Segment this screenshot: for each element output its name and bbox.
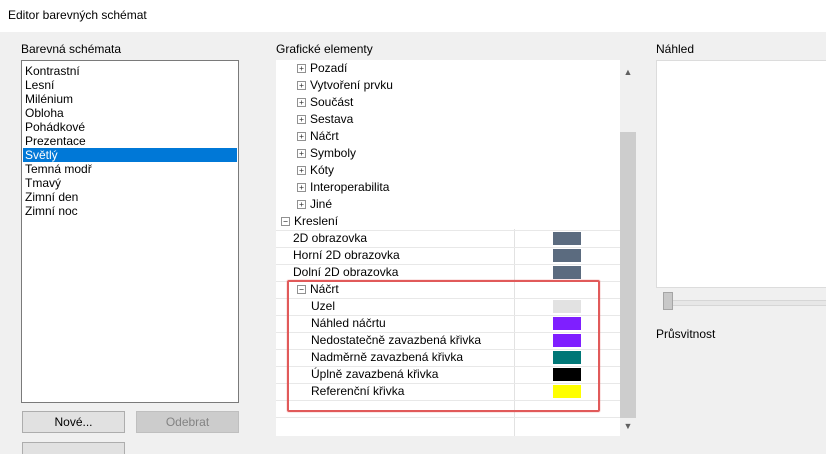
- schemes-label: Barevná schémata: [21, 42, 122, 56]
- expand-icon[interactable]: +: [297, 64, 306, 73]
- scheme-item[interactable]: Milénium: [23, 92, 237, 106]
- tree-node-label: Sestava: [310, 112, 354, 126]
- expand-icon[interactable]: +: [297, 115, 306, 124]
- tree-node[interactable]: + Pozadí: [297, 60, 347, 77]
- collapse-icon[interactable]: −: [281, 217, 290, 226]
- scheme-item[interactable]: Zimní noc: [23, 204, 237, 218]
- preview-label: Náhled: [656, 42, 695, 56]
- expand-icon[interactable]: +: [297, 183, 306, 192]
- scheme-item[interactable]: Zimní den: [23, 190, 237, 204]
- scroll-down-icon[interactable]: ▼: [620, 418, 636, 434]
- scheme-item[interactable]: Prezentace: [23, 134, 237, 148]
- new-scheme-button[interactable]: Nové...: [22, 411, 125, 433]
- tree-node-label: Náčrt: [310, 129, 339, 143]
- color-swatch[interactable]: [553, 232, 581, 245]
- expand-icon[interactable]: +: [297, 149, 306, 158]
- scrollbar-thumb[interactable]: [620, 132, 636, 418]
- color-swatch[interactable]: [553, 266, 581, 279]
- expand-icon[interactable]: +: [297, 132, 306, 141]
- transparency-label: Průsvitnost: [656, 327, 716, 341]
- scheme-item[interactable]: Lesní: [23, 78, 237, 92]
- preview-area: [656, 60, 826, 288]
- tree-node-label: Horní 2D obrazovka: [293, 248, 400, 262]
- property-row[interactable]: Horní 2D obrazovka: [293, 247, 400, 264]
- title-bar: Editor barevných schémat: [0, 0, 826, 32]
- tree-node-label: Kreslení: [294, 214, 339, 228]
- tree-node-label: Jiné: [310, 197, 333, 211]
- tree-node[interactable]: + Jiné: [297, 196, 332, 213]
- tree-node-label: Symboly: [310, 146, 357, 160]
- transparency-slider[interactable]: [663, 300, 826, 306]
- tree-node[interactable]: + Kóty: [297, 162, 334, 179]
- expand-icon[interactable]: +: [297, 166, 306, 175]
- row-divider: [276, 417, 620, 418]
- tree-node[interactable]: + Součást: [297, 94, 353, 111]
- tree-node[interactable]: + Náčrt: [297, 128, 339, 145]
- tree-node-kresleni[interactable]: − Kreslení: [281, 213, 338, 230]
- remove-scheme-button[interactable]: Odebrat: [136, 411, 239, 433]
- transparency-slider-thumb[interactable]: [663, 292, 673, 310]
- next-button-partial[interactable]: [22, 442, 125, 454]
- color-swatch[interactable]: [553, 249, 581, 262]
- expand-icon[interactable]: +: [297, 98, 306, 107]
- tree-node-label: Kóty: [310, 163, 335, 177]
- tree-node-label: Vytvoření prvku: [310, 78, 393, 92]
- scheme-item[interactable]: Obloha: [23, 106, 237, 120]
- tree-node[interactable]: + Vytvoření prvku: [297, 77, 393, 94]
- tree-node[interactable]: + Interoperabilita: [297, 179, 389, 196]
- tree-node-label: Součást: [310, 95, 354, 109]
- tree-node[interactable]: + Sestava: [297, 111, 353, 128]
- expand-icon[interactable]: +: [297, 81, 306, 90]
- tree-node-label: Interoperabilita: [310, 180, 390, 194]
- elements-label: Grafické elementy: [276, 42, 373, 56]
- scheme-item[interactable]: Světlý: [23, 148, 237, 162]
- schemes-list[interactable]: Kontrastní Lesní Milénium Obloha Pohádkové Pr…: [21, 60, 239, 403]
- property-row[interactable]: 2D obrazovka: [293, 230, 367, 247]
- scheme-item[interactable]: Temná modř: [23, 162, 237, 176]
- scheme-item[interactable]: Tmavý: [23, 176, 237, 190]
- sketch-highlight-box: [287, 280, 600, 412]
- expand-icon[interactable]: +: [297, 200, 306, 209]
- tree-node-label: Dolní 2D obrazovka: [293, 265, 399, 279]
- tree-node-label: 2D obrazovka: [293, 231, 368, 245]
- window-title: Editor barevných schémat: [8, 8, 147, 22]
- scheme-item[interactable]: Kontrastní: [23, 64, 237, 78]
- tree-node-label: Pozadí: [310, 61, 348, 75]
- scroll-up-icon[interactable]: ▲: [620, 64, 636, 80]
- scheme-item[interactable]: Pohádkové: [23, 120, 237, 134]
- tree-node[interactable]: + Symboly: [297, 145, 356, 162]
- property-row[interactable]: Dolní 2D obrazovka: [293, 264, 398, 281]
